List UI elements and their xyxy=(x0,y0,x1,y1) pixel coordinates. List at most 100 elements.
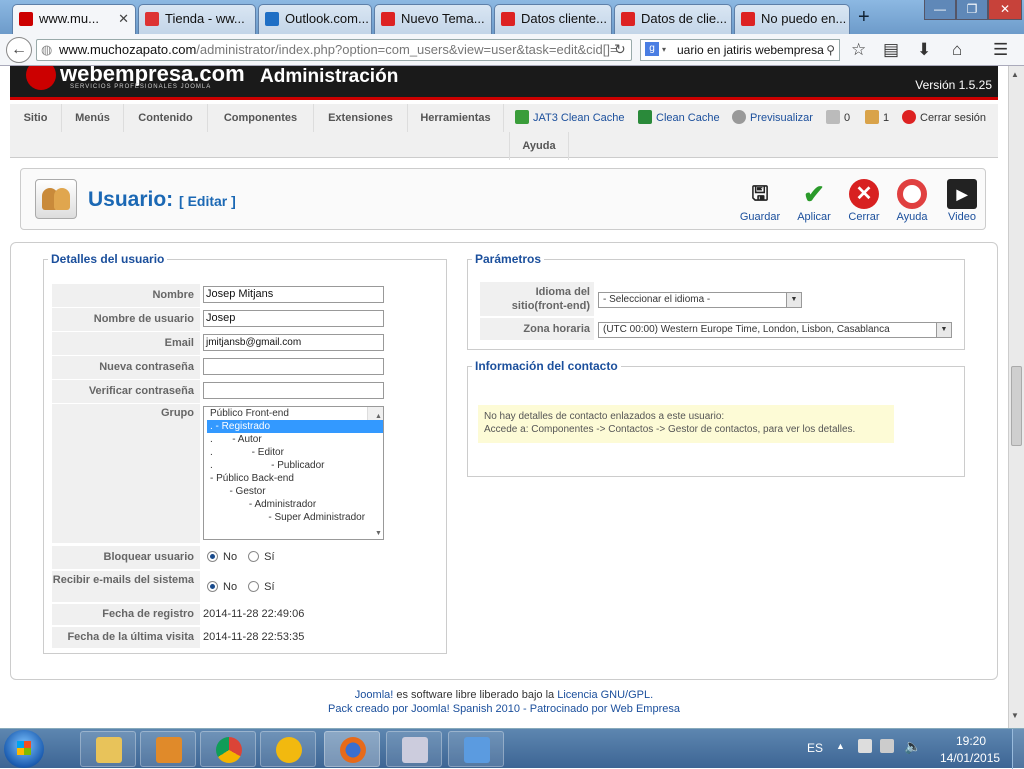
language-value: - Seleccionar el idioma - xyxy=(603,294,711,305)
group-option[interactable]: - Super Administrador xyxy=(207,511,383,524)
taskbar-app[interactable] xyxy=(260,731,316,767)
clock-date[interactable]: 14/01/2015 xyxy=(940,751,1000,765)
search-input[interactable]: g ▾ uario en jatiris webempresa ⚲ xyxy=(640,39,840,61)
taskbar-firefox[interactable] xyxy=(324,731,380,767)
browser-tab[interactable]: No puedo en... xyxy=(734,4,850,34)
save-button[interactable]: 🖫 Guardar xyxy=(735,179,785,223)
jat3-clean-cache-link[interactable]: JAT3 Clean Cache xyxy=(515,104,625,132)
apply-label: Aplicar xyxy=(797,211,831,223)
maximize-button[interactable]: ❐ xyxy=(956,0,988,20)
menu-extensiones[interactable]: Extensiones xyxy=(314,104,408,132)
email-yes-radio[interactable] xyxy=(248,581,260,592)
clock-time[interactable]: 19:20 xyxy=(956,734,986,748)
clean-cache-label: Clean Cache xyxy=(656,112,720,124)
browser-tab[interactable]: Datos de clie... xyxy=(614,4,732,34)
group-option[interactable]: . - Registrado xyxy=(207,420,383,433)
group-option[interactable]: - Administrador xyxy=(207,498,383,511)
chevron-down-icon[interactable]: ▾ xyxy=(662,40,666,60)
menu-icon[interactable]: ☰ xyxy=(993,40,1008,60)
site-favicon-icon xyxy=(621,12,635,26)
reload-icon[interactable]: ↻ xyxy=(614,41,626,58)
group-option[interactable]: - Público Back-end xyxy=(207,472,383,485)
username-field[interactable]: Josep xyxy=(203,310,384,327)
scrollbar-thumb[interactable] xyxy=(1011,366,1022,446)
email-no-radio[interactable] xyxy=(207,581,218,592)
start-button[interactable] xyxy=(4,730,44,768)
apply-button[interactable]: ✔ Aplicar xyxy=(789,179,839,223)
bookmarks-list-icon[interactable]: ▤ xyxy=(883,40,899,60)
show-desktop-button[interactable] xyxy=(1012,729,1024,769)
minimize-button[interactable]: — xyxy=(924,0,956,20)
video-button[interactable]: ▶ Video xyxy=(937,179,987,223)
new-password-field[interactable] xyxy=(203,358,384,375)
power-app-icon xyxy=(276,737,302,763)
username-row: Nombre de usuario Josep xyxy=(52,308,438,332)
show-hidden-icons-icon[interactable]: ▲ xyxy=(836,741,845,751)
preview-link[interactable]: Previsualizar xyxy=(732,104,813,132)
block-no-radio[interactable] xyxy=(207,551,218,562)
back-arrow-icon[interactable]: ← xyxy=(6,37,32,63)
browser-tab[interactable]: Nuevo Tema... xyxy=(374,4,492,34)
download-icon[interactable]: ⬇ xyxy=(917,40,931,60)
listbox-scrollbar[interactable]: ▲ ▼ xyxy=(367,407,383,537)
group-option[interactable]: Público Front-end xyxy=(207,407,383,420)
messages-count[interactable]: 0 xyxy=(826,104,850,132)
email-label: Email xyxy=(52,332,200,356)
taskbar-chrome[interactable] xyxy=(200,731,256,767)
close-button[interactable]: ✕ Cerrar xyxy=(839,179,889,223)
language-select[interactable]: - Seleccionar el idioma - ▼ xyxy=(598,292,802,308)
new-tab-icon[interactable]: + xyxy=(858,6,870,29)
search-text: uario en jatiris webempresa xyxy=(677,43,824,57)
control-panel-icon xyxy=(464,737,490,763)
search-icon[interactable]: ⚲ xyxy=(826,40,835,60)
logout-link[interactable]: Cerrar sesión xyxy=(902,104,986,132)
menu-ayuda[interactable]: Ayuda xyxy=(509,132,569,160)
timezone-select[interactable]: (UTC 00:00) Western Europe Time, London,… xyxy=(598,322,952,338)
last-visit-value: 2014-11-28 22:53:35 xyxy=(203,631,305,643)
close-window-button[interactable]: ✕ xyxy=(988,0,1022,20)
browser-tab[interactable]: Outlook.com... xyxy=(258,4,372,34)
taskbar-calculator[interactable] xyxy=(386,731,442,767)
joomla-link[interactable]: Joomla! xyxy=(355,689,394,701)
menu-menus[interactable]: Menús xyxy=(62,104,124,132)
close-tab-icon[interactable]: ✕ xyxy=(118,11,129,27)
taskbar-media-player[interactable] xyxy=(140,731,196,767)
home-icon[interactable]: ⌂ xyxy=(952,40,962,60)
menu-herramientas[interactable]: Herramientas xyxy=(408,104,504,132)
group-option[interactable]: . - Editor xyxy=(207,446,383,459)
google-icon[interactable]: g xyxy=(645,42,659,56)
block-yes-radio[interactable] xyxy=(248,551,260,562)
verify-password-field[interactable] xyxy=(203,382,384,399)
address-bar[interactable]: ◍ www.muchozapato.com/administrator/inde… xyxy=(36,39,632,61)
credits-link[interactable]: Pack creado por Joomla! Spanish 2010 - P… xyxy=(328,703,680,715)
preview-label: Previsualizar xyxy=(750,112,813,124)
license-link[interactable]: Licencia GNU/GPL. xyxy=(557,689,653,701)
bookmark-star-icon[interactable]: ☆ xyxy=(851,40,866,60)
speaker-icon[interactable]: 🔈 xyxy=(904,738,921,755)
taskbar-control-panel[interactable] xyxy=(448,731,504,767)
group-option[interactable]: . - Publicador xyxy=(207,459,383,472)
page-scrollbar[interactable]: ▲ ▼ xyxy=(1008,66,1024,728)
browser-tab[interactable]: Datos cliente... xyxy=(494,4,612,34)
jat3-label: JAT3 Clean Cache xyxy=(533,112,625,124)
name-field[interactable]: Josep Mitjans xyxy=(203,286,384,303)
menu-contenido[interactable]: Contenido xyxy=(124,104,208,132)
user-details-legend: Detalles del usuario xyxy=(51,252,165,266)
group-listbox[interactable]: Público Front-end. - Registrado. - Autor… xyxy=(203,406,384,540)
taskbar-explorer[interactable] xyxy=(80,731,136,767)
menu-sitio[interactable]: Sitio xyxy=(10,104,62,132)
email-field[interactable]: jmitjansb@gmail.com xyxy=(203,334,384,351)
group-option[interactable]: . - Autor xyxy=(207,433,383,446)
browser-tab[interactable]: www.mu... ✕ xyxy=(12,4,136,35)
flag-icon[interactable] xyxy=(858,739,872,753)
browser-tab[interactable]: Tienda - ww... xyxy=(138,4,256,34)
menu-componentes[interactable]: Componentes xyxy=(208,104,314,132)
users-online-count[interactable]: 1 xyxy=(865,104,889,132)
register-date-row: Fecha de registro 2014-11-28 22:49:06 xyxy=(52,604,438,626)
help-button[interactable]: Ayuda xyxy=(887,179,937,223)
group-option[interactable]: - Gestor xyxy=(207,485,383,498)
language-indicator[interactable]: ES xyxy=(807,741,823,755)
network-icon[interactable] xyxy=(880,739,894,753)
clean-cache-link[interactable]: Clean Cache xyxy=(638,104,720,132)
chrome-icon xyxy=(216,737,242,763)
